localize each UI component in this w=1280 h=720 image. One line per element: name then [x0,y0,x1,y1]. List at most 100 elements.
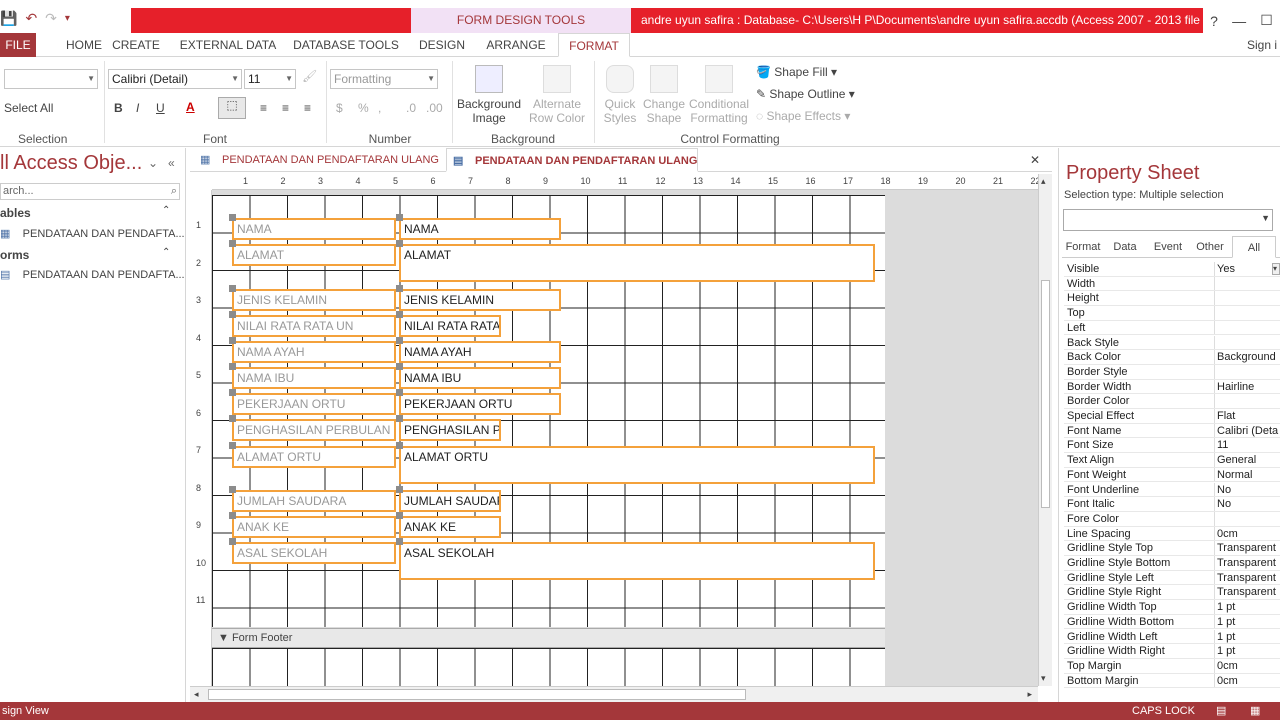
property-row[interactable]: Height [1064,291,1280,307]
property-value[interactable]: 0cm [1217,659,1280,674]
property-value[interactable]: Transparent [1217,556,1280,571]
move-handle[interactable] [396,311,403,318]
formatting-select[interactable]: Formatting ▼ [330,69,438,89]
property-row[interactable]: Font Size 11 [1064,438,1280,454]
move-handle[interactable] [396,363,403,370]
field-label[interactable]: ASAL SEKOLAH [232,542,396,564]
property-row[interactable]: Back Color Background [1064,350,1280,365]
field-label[interactable]: JUMLAH SAUDARA [232,490,396,512]
property-row[interactable]: Border Style [1064,364,1280,380]
quick-styles-button[interactable]: Quick Styles [598,65,642,125]
tab-design[interactable]: DESIGN [416,33,468,57]
field-textbox[interactable]: ASAL SEKOLAH [399,542,875,580]
background-color-button[interactable]: ⬚ [218,97,246,119]
field-textbox[interactable]: ANAK KE [399,516,501,538]
property-value[interactable]: Hairline [1217,380,1280,395]
field-label[interactable]: ALAMAT [232,244,396,266]
align-right-icon[interactable]: ≡ [304,101,311,115]
move-handle[interactable] [229,389,236,396]
tab-file[interactable]: FILE [0,33,36,57]
field-textbox[interactable]: PEKERJAAN ORTU [399,393,561,415]
property-row[interactable]: Gridline Width Right 1 pt [1064,644,1280,659]
horizontal-scrollbar[interactable]: ◂ ▸ [190,686,1038,702]
ps-tab-all[interactable]: All [1232,236,1276,258]
scroll-right-arrow-icon[interactable]: ▸ [1027,689,1032,700]
currency-icon[interactable]: $ [336,101,343,115]
property-value[interactable]: 1 pt [1217,600,1280,615]
doc-tab-form[interactable]: ▤ PENDATAAN DAN PENDAFTARAN ULANG [446,148,698,172]
property-row[interactable]: Special Effect Flat [1064,409,1280,424]
property-value[interactable]: 1 pt [1217,630,1280,645]
sign-in-link[interactable]: Sign i [1244,33,1280,57]
field-label[interactable]: NAMA IBU [232,367,396,389]
field-textbox[interactable]: JUMLAH SAUDAR [399,490,501,512]
field-textbox[interactable]: NAMA IBU [399,367,561,389]
customize-qat-icon[interactable]: ▾ [65,13,70,24]
property-row[interactable]: Gridline Style Bottom Transparent [1064,556,1280,571]
property-row[interactable]: Gridline Style Top Transparent [1064,541,1280,556]
property-value[interactable]: General [1217,453,1280,468]
move-handle[interactable] [229,442,236,449]
field-label[interactable]: ANAK KE [232,516,396,538]
font-color-button[interactable]: A [186,100,195,114]
ps-tab-event[interactable]: Event [1150,236,1186,258]
footer-section-grid[interactable] [212,648,885,686]
help-button[interactable]: ? [1210,13,1218,29]
redo-icon[interactable]: ↷ [45,10,57,27]
field-label[interactable]: PEKERJAAN ORTU [232,393,396,415]
move-handle[interactable] [396,538,403,545]
tab-create[interactable]: CREATE [110,33,162,57]
property-row[interactable]: Back Style [1064,335,1280,351]
format-painter-icon[interactable]: 🖌 [302,69,317,83]
move-handle[interactable] [396,285,403,292]
property-value[interactable]: 0cm [1217,527,1280,542]
field-textbox[interactable]: JENIS KELAMIN [399,289,561,311]
decrease-decimal-icon[interactable]: .00 [426,101,443,115]
field-label[interactable]: PENGHASILAN PERBULAN [232,419,396,441]
property-row[interactable]: Top Margin 0cm [1064,658,1280,674]
alternate-row-color-button[interactable]: Alternate Row Color [524,65,590,125]
property-row[interactable]: Gridline Width Bottom 1 pt [1064,614,1280,630]
vertical-scroll-thumb[interactable] [1041,280,1050,508]
property-row[interactable]: Border Width Hairline [1064,379,1280,395]
move-handle[interactable] [396,486,403,493]
property-value[interactable]: 0cm [1217,674,1280,689]
property-row[interactable]: Text Align General [1064,453,1280,468]
shape-outline-button[interactable]: ✎ Shape Outline ▾ [756,87,855,101]
property-row[interactable]: Font Weight Normal [1064,467,1280,483]
ps-tab-format[interactable]: Format [1062,236,1104,258]
property-row[interactable]: Top [1064,306,1280,321]
font-size-select[interactable]: 11 ▼ [244,69,296,89]
field-textbox[interactable]: NILAI RATA RATA [399,315,501,337]
nav-item-form[interactable]: ▤ PENDATAAN DAN PENDAFTA... [0,268,185,281]
minimize-button[interactable]: — [1232,13,1246,29]
property-row[interactable]: Border Color [1064,394,1280,409]
property-row[interactable]: Line Spacing 0cm [1064,526,1280,542]
select-all-button[interactable]: Select All [4,101,53,115]
property-row[interactable]: Gridline Style Left Transparent [1064,570,1280,586]
font-name-select[interactable]: Calibri (Detail) ▼ [108,69,242,89]
property-value[interactable]: No [1217,483,1280,498]
property-row[interactable]: Font Underline No [1064,482,1280,498]
move-handle[interactable] [396,442,403,449]
shape-effects-button[interactable]: ◌ Shape Effects ▾ [756,109,850,123]
save-icon[interactable]: 💾 [0,10,17,27]
ps-tab-other[interactable]: Other [1192,236,1228,258]
property-row[interactable]: Visible Yes [1064,262,1280,277]
tab-database-tools[interactable]: DATABASE TOOLS [292,33,400,57]
property-row[interactable]: Font Italic No [1064,497,1280,512]
field-label[interactable]: JENIS KELAMIN [232,289,396,311]
field-label[interactable]: ALAMAT ORTU [232,446,396,468]
horizontal-scroll-thumb[interactable] [208,689,746,700]
property-row[interactable]: Gridline Width Top 1 pt [1064,600,1280,615]
nav-item-table[interactable]: ▦ PENDATAAN DAN PENDAFTA... [0,227,185,240]
property-value[interactable]: Flat [1217,409,1280,424]
move-handle[interactable] [229,337,236,344]
nav-group-tables[interactable]: ables [0,206,31,220]
move-handle[interactable] [229,285,236,292]
move-handle[interactable] [229,538,236,545]
scroll-down-arrow-icon[interactable]: ▾ [1041,673,1046,684]
comma-icon[interactable]: , [378,101,381,115]
align-center-icon[interactable]: ≡ [282,101,289,115]
field-label[interactable]: NAMA AYAH [232,341,396,363]
